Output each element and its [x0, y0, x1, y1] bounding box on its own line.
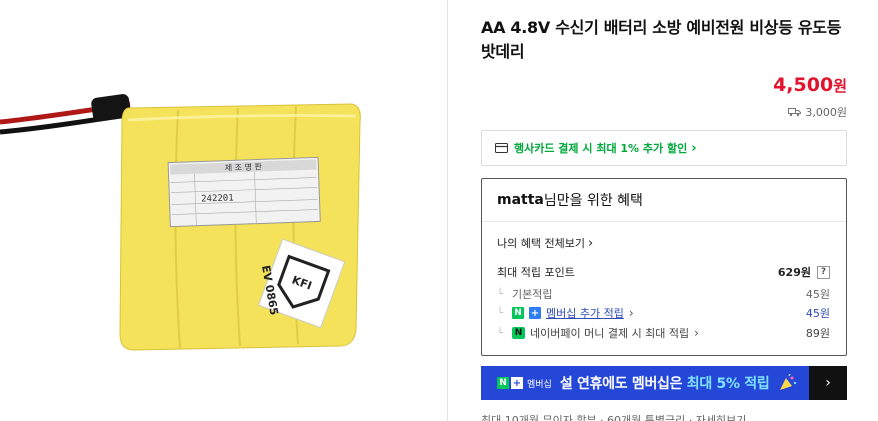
tree-branch-icon: └: [497, 307, 504, 319]
naverpay-points-value: 89원: [805, 327, 830, 340]
membership-points-value: 45원: [805, 307, 830, 320]
max-points-label: 최대 적립 포인트: [497, 266, 575, 279]
naverpay-icon: N: [512, 327, 525, 339]
banner-arrow-button[interactable]: ›: [809, 366, 847, 400]
naverpay-points-label[interactable]: 네이버페이 머니 결제 시 최대 적립: [530, 325, 689, 341]
truck-icon: [788, 108, 802, 117]
chevron-right-icon: ›: [694, 326, 699, 340]
basic-points-value: 45원: [805, 288, 830, 301]
label-header: 제 조 명 판: [225, 161, 263, 172]
max-points-value: 629원: [777, 266, 811, 279]
card-discount-text: 행사카드 결제 시 최대 1% 추가 할인: [514, 142, 688, 155]
price-value: 4,500: [773, 74, 834, 96]
plus-icon: +: [511, 377, 523, 389]
my-benefits-label: 나의 혜택 전체보기: [497, 237, 585, 250]
party-icon: [777, 374, 797, 392]
basic-points-row: └ 기본적립 45원: [497, 286, 830, 302]
chevron-right-icon: ›: [628, 306, 634, 320]
product-photo: 제 조 명 판 242201 KFI EV 0865: [0, 94, 361, 351]
label-code: 242201: [201, 193, 234, 204]
product-price: 4,500원: [773, 74, 847, 96]
membership-points-row: └ N + 멤버십 추가 적립 › 45원: [497, 305, 830, 321]
my-benefits-link[interactable]: 나의 혜택 전체보기 ›: [497, 235, 593, 251]
benefit-header-text: 님만을 위한 혜택: [543, 193, 643, 209]
tree-branch-icon: └: [497, 327, 504, 339]
basic-points-label: 기본적립: [512, 288, 553, 301]
plus-icon: +: [529, 307, 541, 319]
membership-logo-text: 멤버십: [527, 379, 552, 390]
shipping-fee: 3,000원: [788, 104, 847, 120]
banner-text-highlight: 최대 5% 적립: [686, 376, 770, 392]
installment-info: 최대 10개월 무이자 할부 · 60개월 특별금리 · 자세히보기: [481, 414, 747, 421]
product-page: 제 조 명 판 242201 KFI EV 0865 AA 4.8V 수신기 배…: [0, 0, 878, 421]
benefit-box: matta 님만을 위한 혜택 나의 혜택 전체보기 › 최대 적립 포인트 62…: [481, 178, 847, 356]
tree-branch-icon: └: [497, 288, 504, 300]
price-unit: 원: [833, 77, 847, 95]
product-title: AA 4.8V 수신기 배터리 소방 예비전원 비상등 유도등 밧데리: [481, 18, 842, 61]
banner-text: 설 연휴에도 멤버십은 최대 5% 적립: [560, 373, 770, 393]
membership-points-link[interactable]: 멤버십 추가 적립: [546, 305, 624, 321]
max-points-row: 최대 적립 포인트 629원 ?: [497, 264, 830, 280]
naver-n-icon: N: [512, 307, 524, 319]
benefit-header: matta 님만을 위한 혜택: [482, 179, 846, 222]
naverpay-points-row: └ N 네이버페이 머니 결제 시 최대 적립 › 89원: [497, 325, 830, 341]
benefit-username: matta: [497, 192, 544, 208]
card-discount-banner[interactable]: 행사카드 결제 시 최대 1% 추가 할인 ›: [481, 130, 847, 166]
chevron-right-icon: ›: [691, 140, 697, 156]
help-button[interactable]: ?: [817, 265, 830, 279]
membership-banner[interactable]: N + 멤버십 설 연휴에도 멤버십은 최대 5% 적립 ›: [481, 366, 847, 400]
membership-logo: N + 멤버십: [497, 377, 552, 390]
product-info: AA 4.8V 수신기 배터리 소방 예비전원 비상등 유도등 밧데리 4,50…: [481, 0, 847, 421]
naver-n-icon: N: [497, 377, 509, 389]
shipping-value: 3,000원: [805, 106, 847, 119]
chevron-right-icon: ›: [587, 235, 594, 251]
product-image-area: 제 조 명 판 242201 KFI EV 0865: [0, 0, 448, 421]
credit-card-icon: [495, 143, 508, 153]
banner-text-main: 설 연휴에도 멤버십은: [559, 376, 687, 392]
